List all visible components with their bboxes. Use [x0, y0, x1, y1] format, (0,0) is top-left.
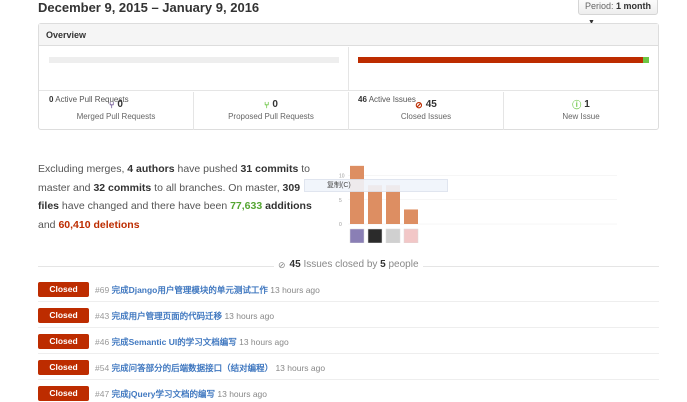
issues-closed-text-1: Issues closed by [300, 259, 381, 270]
overview-title: Overview [39, 24, 658, 46]
closed-issues-count: 45 [425, 99, 437, 110]
overview-panel: Overview 0 Active Pull Requests 46 Activ… [38, 23, 659, 130]
issue-row[interactable]: Closed #46 完成Semantic UI的学习文档编写 13 hours… [38, 332, 659, 354]
issue-time: 13 hours ago [239, 337, 289, 347]
issue-time: 13 hours ago [224, 311, 275, 321]
closed-issues-label: Closed Issues [400, 112, 452, 121]
issue-row[interactable]: Closed #47 完成jQuery学习文档的编写 13 hours ago [38, 384, 659, 402]
author-avatar[interactable] [349, 228, 365, 243]
status-badge: Closed [38, 386, 89, 401]
issue-time: 13 hours ago [270, 285, 320, 295]
summary-additions-count: 77,633 [230, 200, 263, 212]
author-avatar[interactable] [367, 228, 383, 243]
chart-bar[interactable] [350, 165, 364, 224]
period-select-button[interactable]: Period: 1 month ▼ [578, 0, 658, 26]
issue-closed-icon: ⊘ [278, 259, 286, 270]
issue-number: #46 [95, 337, 110, 347]
pull-requests-summary[interactable]: 0 Active Pull Requests [39, 47, 349, 104]
overview-summary: 0 Active Pull Requests 46 Active Issues [39, 47, 658, 104]
issue-row[interactable]: Closed #69 完成Django用户管理模块的单元测试工作 13 hour… [38, 280, 659, 302]
summary-text-6: and [38, 218, 59, 231]
proposed-count: 0 [272, 99, 278, 110]
overview-stats: ⑂ 0 Merged Pull Requests ⑂ 0 Proposed Pull… [39, 92, 658, 130]
status-badge: Closed [38, 282, 89, 297]
issues-summary[interactable]: 46 Active Issues [349, 47, 658, 104]
pull-requests-bar [49, 57, 339, 63]
issue-row[interactable]: Closed #54 完成问答部分的后端数据接口（结对编程） 13 hours … [38, 358, 659, 380]
merged-label: Merged Pull Requests [76, 112, 156, 121]
issues-bar [358, 57, 649, 63]
issue-title-link[interactable]: 完成问答部分的后端数据接口（结对编程） [112, 363, 274, 373]
summary-commits-all: 32 commits [93, 181, 152, 194]
chart-bar[interactable] [404, 209, 418, 224]
issue-title-link[interactable]: 完成Semantic UI的学习文档编写 [112, 337, 237, 347]
issue-time: 13 hours ago [217, 389, 267, 399]
summary-deletions: 60,410 deletions [58, 218, 140, 231]
author-avatar[interactable] [385, 228, 401, 243]
pull-request-icon: ⑂ [264, 99, 270, 110]
stat-proposed-pull-requests[interactable]: ⑂ 0 Proposed Pull Requests [194, 92, 349, 130]
issue-number: #69 [95, 285, 110, 295]
issues-closed-caption: ⊘ 45 Issues closed by 5 people [274, 259, 423, 270]
merged-count: 0 [117, 99, 123, 110]
status-badge: Closed [38, 308, 89, 323]
issues-bar-open-segment [643, 57, 649, 63]
status-badge: Closed [38, 334, 89, 349]
issues-closed-text-2: people [385, 259, 419, 270]
summary-authors: 4 authors [127, 163, 175, 175]
new-issues-label: New Issue [562, 112, 600, 121]
status-badge: Closed [38, 360, 89, 375]
issue-number: #54 [95, 363, 110, 373]
issue-row[interactable]: Closed #43 完成用户管理页面的代码迁移 13 hours ago [38, 306, 659, 328]
summary-text-2: have pushed [174, 163, 241, 175]
summary-additions-word: additions [262, 200, 312, 212]
issue-opened-icon: ⓘ [572, 99, 582, 110]
period-label: Period: [585, 1, 614, 11]
context-menu-copy[interactable]: 复制(C) [304, 179, 448, 192]
issue-number: #43 [95, 311, 110, 321]
summary-text-5: have changed and there have been [59, 200, 231, 212]
issues-closed-count: 45 [289, 259, 301, 270]
stat-new-issues[interactable]: ⓘ 1 New Issue [504, 92, 658, 130]
author-avatar[interactable] [403, 228, 419, 243]
issue-title-link[interactable]: 完成Django用户管理模块的单元测试工作 [112, 285, 268, 295]
stat-closed-issues[interactable]: ⊘ 45 Closed Issues [349, 92, 504, 130]
issue-number: #47 [95, 389, 110, 399]
y-tick-label: 5 [339, 198, 342, 204]
period-value: 1 month [616, 1, 652, 11]
summary-commits-master: 31 commits [240, 163, 299, 175]
commits-by-author-chart: 0510 [339, 165, 617, 243]
contribution-summary: Excluding merges, 4 authors have pushed … [38, 160, 313, 234]
merged-icon: ⑂ [109, 99, 115, 110]
issue-time: 13 hours ago [275, 363, 326, 373]
date-range-title: December 9, 2015 – January 9, 2016 [38, 0, 260, 15]
issue-title-link[interactable]: 完成用户管理页面的代码迁移 [112, 311, 223, 321]
summary-text-4: to all branches. On master, [151, 181, 283, 194]
stat-merged-pull-requests[interactable]: ⑂ 0 Merged Pull Requests [39, 92, 194, 130]
new-issues-count: 1 [584, 99, 590, 110]
issue-closed-icon: ⊘ [415, 99, 423, 110]
proposed-label: Proposed Pull Requests [228, 112, 314, 121]
issue-title-link[interactable]: 完成jQuery学习文档的编写 [112, 389, 215, 399]
summary-text-1: Excluding merges, [38, 163, 128, 175]
y-tick-label: 0 [339, 222, 342, 228]
